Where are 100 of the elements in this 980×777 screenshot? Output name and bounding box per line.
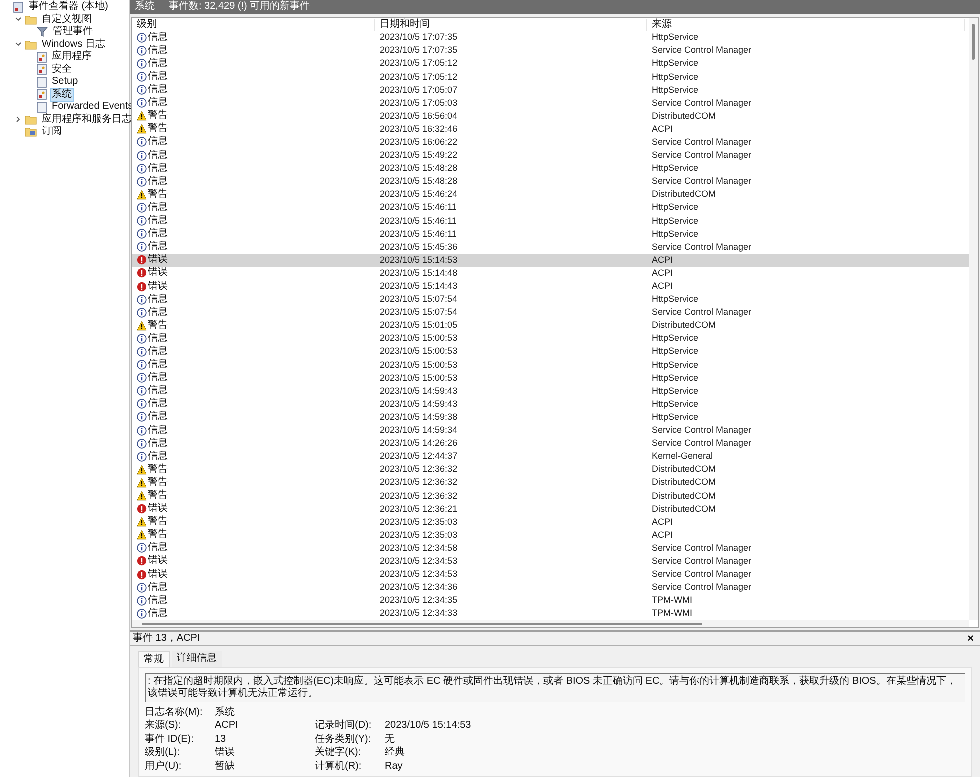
source-cell-text: HttpService [651,386,699,397]
level-text: 信息 [148,215,168,228]
source-cell-text: ACPI [651,268,674,279]
tree-item[interactable]: 事件查看器 (本地) [27,0,110,14]
source-cell-text: DistributedCOM [651,320,716,332]
date-time-cell-text: 2023/10/5 12:35:03 [379,530,459,541]
field-label: 记录时间(D): [315,720,373,732]
event-row[interactable]: 错误 2023/10/5 15:14:53 ACPI [132,254,969,267]
level-text: 信息 [148,32,168,44]
field-value: 2023/10/5 15:14:53 [385,720,472,732]
level-text: 错误 [148,254,168,266]
source-cell-text: HttpService [651,163,699,174]
tree-item[interactable]: 管理事件 [51,25,95,40]
level-text: 信息 [148,438,168,450]
close-button[interactable]: × [964,632,977,644]
info-icon [137,242,147,252]
info-icon [137,202,147,213]
level-text: 信息 [148,411,168,424]
level-text: 错误 [148,555,168,568]
tree-item[interactable]: 安全 [50,62,74,77]
info-icon [137,32,147,43]
source-cell-text: Service Control Manager [651,176,752,188]
date-time-cell-text: 2023/10/5 16:06:22 [379,136,459,148]
info-icon [137,229,147,240]
info-icon [137,46,147,56]
level-text: 信息 [148,372,168,384]
info-icon [137,137,147,148]
date-time-cell-text: 2023/10/5 15:46:24 [379,189,459,200]
tab[interactable]: 常规 [138,651,170,667]
date-time-cell-text: 2023/10/5 17:05:12 [379,58,459,70]
level-text: 信息 [148,594,168,607]
tree-item[interactable]: Setup [50,75,80,90]
date-time-cell-text: 2023/10/5 15:14:53 [379,254,459,266]
source-cell-text: Service Control Manager [651,136,752,148]
info-icon [137,308,147,318]
source-cell-text: HttpService [651,333,699,344]
info-icon [137,582,147,593]
field-value: ACPI [215,720,240,732]
field-value: Ray [385,760,403,773]
tree-item[interactable]: 订阅 [40,125,64,140]
level-text: 信息 [148,58,168,70]
date-time-cell-text: 2023/10/5 15:48:28 [379,163,459,174]
date-time-cell-text: 2023/10/5 15:00:53 [379,346,459,358]
date-time-cell-text: 2023/10/5 15:46:11 [379,216,458,227]
warning-icon [137,491,147,502]
info-icon [137,360,147,370]
field-label: 日志名称(M): [145,706,204,719]
date-time-cell-text: 2023/10/5 12:36:32 [379,477,459,488]
info-icon [137,72,147,82]
source-cell-text: HttpService [651,372,699,384]
source-cell-text: HttpService [651,58,699,70]
event-details-title: 事件 13，ACPI [133,632,200,644]
date-time-cell-text: 2023/10/5 15:46:11 [379,202,458,214]
warning-icon [137,320,147,331]
chevron-right-icon[interactable] [14,116,22,124]
level-text: 警告 [148,490,168,502]
field-value: 经典 [385,747,405,760]
field-label: 用户(U): [145,760,183,773]
field-label: 来源(S): [145,720,182,732]
chevron-down-icon[interactable] [14,16,22,24]
info-icon [137,98,147,108]
level-text: 警告 [148,464,168,476]
date-time-cell-text: 2023/10/5 15:07:54 [379,307,459,318]
level-text: 信息 [148,202,168,214]
level-text: 信息 [148,424,168,437]
level-text: 信息 [148,44,168,57]
date-time-cell-text: 2023/10/5 14:59:34 [379,425,459,436]
info-icon [137,216,147,226]
warning-icon [137,517,147,528]
tree-item[interactable]: Windows 日志 [40,38,108,52]
vertical-scrollbar[interactable] [969,18,978,620]
date-time-cell-text: 2023/10/5 12:35:03 [379,516,459,528]
level-text: 信息 [148,385,168,398]
date-time-cell-text: 2023/10/5 12:34:58 [379,542,459,554]
field-label: 级别(L): [145,747,181,760]
tree-item[interactable]: 自定义视图 [40,12,94,27]
source-cell-text: HttpService [651,294,699,306]
tree-item[interactable]: 应用程序 [50,50,94,64]
date-time-cell-text: 2023/10/5 15:49:22 [379,150,459,162]
log-icon [37,64,47,76]
log-icon [37,52,47,63]
level-text: 警告 [148,123,168,136]
source-cell-text: DistributedCOM [651,490,716,502]
level-text: 警告 [148,320,168,332]
date-time-cell-text: 2023/10/5 17:05:03 [379,98,459,109]
source-cell-text: ACPI [651,254,674,266]
tab[interactable]: 详细信息 [172,651,222,667]
level-text: 警告 [148,110,168,122]
source-cell-text: DistributedCOM [651,477,716,488]
chevron-down-icon[interactable] [14,41,22,48]
level-text: 信息 [148,228,168,240]
date-time-cell-text: 2023/10/5 17:05:07 [379,84,459,96]
log-icon [37,89,47,100]
info-icon [137,373,147,384]
level-text: 信息 [148,450,168,463]
horizontal-scrollbar[interactable] [132,620,969,627]
tree-item[interactable]: 系统 [50,88,74,102]
source-cell-text: Service Control Manager [651,242,752,253]
date-time-cell-text: 2023/10/5 15:46:11 [379,228,458,240]
tree-item[interactable]: 应用程序和服务日志 [40,112,134,127]
